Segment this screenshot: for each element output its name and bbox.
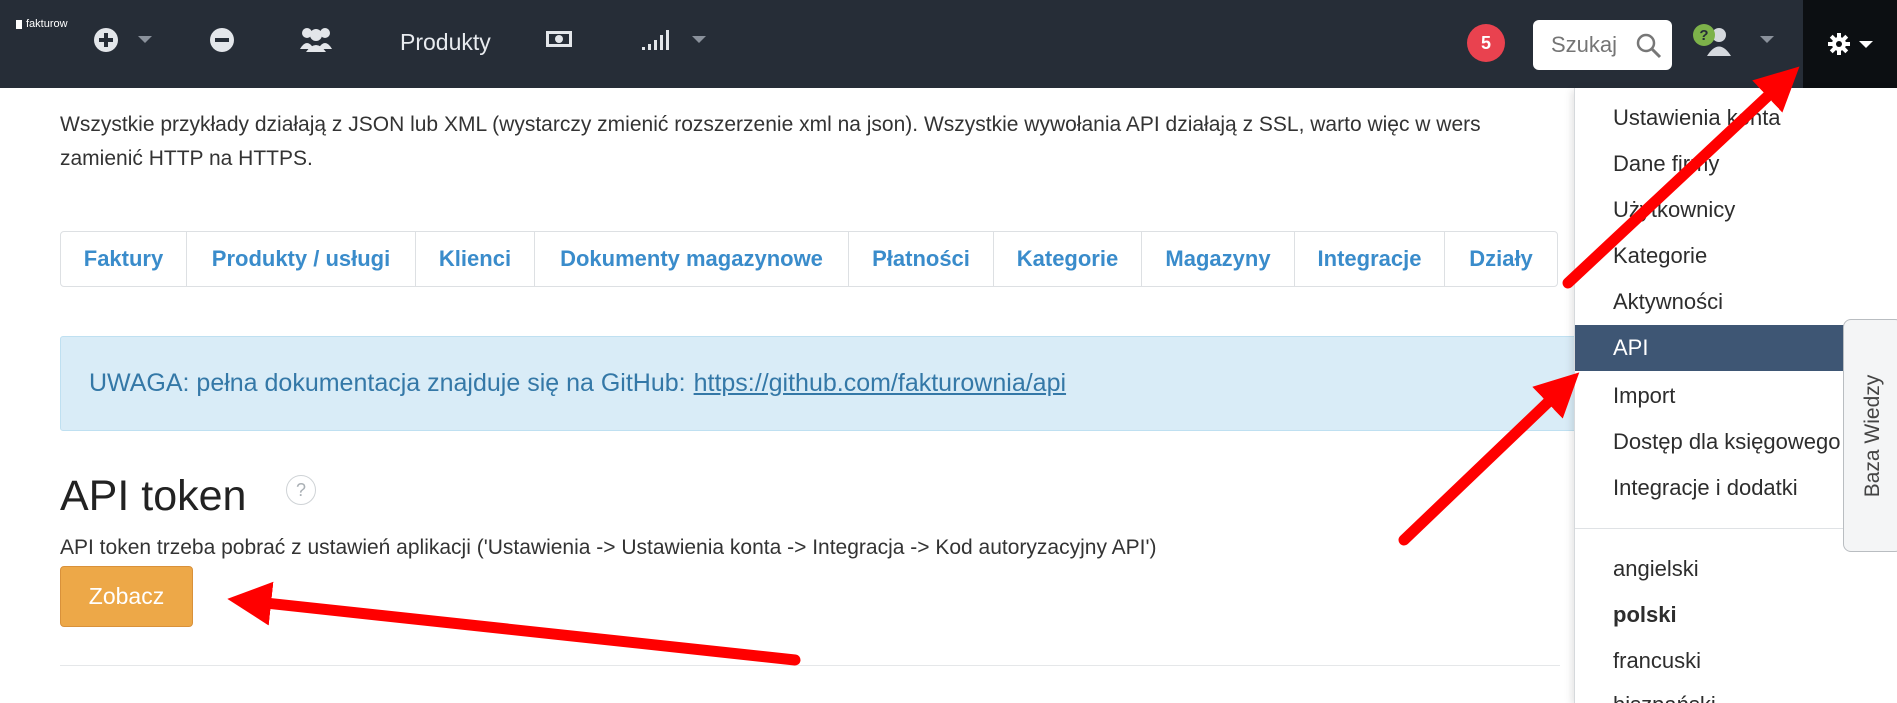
gear-icon (1827, 32, 1851, 56)
knowledge-base-label: Baza Wiedzy (1861, 374, 1884, 497)
show-token-button[interactable]: Zobacz (60, 566, 193, 627)
logo-text: fakturow (26, 18, 68, 30)
menu-item-company-data[interactable]: Dane firmy (1575, 141, 1897, 187)
search-input[interactable] (1533, 20, 1633, 70)
tab-platnosci[interactable]: Płatności (849, 232, 994, 286)
reports-caret-icon[interactable] (692, 36, 706, 43)
search-icon[interactable] (1636, 33, 1662, 64)
tab-klienci[interactable]: Klienci (416, 232, 535, 286)
users-icon[interactable] (298, 24, 334, 54)
tab-magazyny[interactable]: Magazyny (1142, 232, 1295, 286)
signal-bars-icon[interactable] (640, 28, 670, 52)
menu-item-activities[interactable]: Aktywności (1575, 279, 1897, 325)
tab-kategorie[interactable]: Kategorie (994, 232, 1142, 286)
logo-mark-icon (16, 19, 22, 29)
help-user-icon[interactable]: ? (1692, 22, 1732, 58)
tab-dzialy[interactable]: Działy (1445, 232, 1557, 286)
section-divider (60, 665, 1560, 666)
menu-item-account-settings[interactable]: Ustawienia konta (1575, 95, 1897, 141)
tab-dokumenty-magazynowe[interactable]: Dokumenty magazynowe (535, 232, 849, 286)
tab-produkty-uslugi[interactable]: Produkty / usługi (187, 232, 416, 286)
api-token-description: API token trzeba pobrać z ustawień aplik… (60, 536, 1157, 559)
api-tabs: Faktury Produkty / usługi Klienci Dokume… (60, 231, 1558, 287)
menu-item-users[interactable]: Użytkownicy (1575, 187, 1897, 233)
settings-caret-icon (1859, 40, 1873, 48)
svg-text:?: ? (1699, 27, 1708, 44)
settings-button[interactable] (1803, 0, 1897, 88)
intro-line-2: zamienić HTTP na HTTPS. (60, 147, 313, 170)
intro-line-1: Wszystkie przykłady działają z JSON lub … (60, 113, 1481, 136)
intro-text: Wszystkie przykłady działają z JSON lub … (60, 108, 1560, 176)
arrow-to-zobacz (227, 581, 801, 666)
alert-text: UWAGA: pełna dokumentacja znajduje się n… (89, 369, 686, 397)
tab-integracje[interactable]: Integracje (1295, 232, 1445, 286)
add-caret-icon[interactable] (138, 36, 152, 43)
money-icon[interactable] (544, 28, 574, 50)
menu-item-categories[interactable]: Kategorie (1575, 233, 1897, 279)
minus-circle-icon[interactable] (208, 26, 236, 54)
app-logo[interactable]: fakturow (16, 18, 68, 30)
language-english[interactable]: angielski (1575, 546, 1897, 592)
notification-badge[interactable]: 5 (1467, 24, 1505, 62)
help-question-icon[interactable]: ? (286, 475, 316, 505)
plus-circle-icon[interactable] (92, 26, 120, 54)
nav-products-link[interactable]: Produkty (400, 26, 491, 58)
api-token-heading: API token (60, 472, 247, 520)
github-link[interactable]: https://github.com/fakturownia/api (694, 369, 1066, 398)
top-navbar: fakturow Produkty 5 ? (0, 0, 1897, 88)
github-docs-alert: UWAGA: pełna dokumentacja znajduje się n… (60, 336, 1640, 431)
language-spanish[interactable]: hiszpański (1575, 682, 1897, 703)
tab-faktury[interactable]: Faktury (61, 232, 187, 286)
search-box[interactable] (1533, 20, 1672, 70)
language-french[interactable]: francuski (1575, 638, 1897, 684)
language-polish[interactable]: polski (1575, 592, 1897, 638)
knowledge-base-tab[interactable]: Baza Wiedzy (1843, 319, 1897, 552)
user-caret-icon[interactable] (1760, 36, 1774, 43)
